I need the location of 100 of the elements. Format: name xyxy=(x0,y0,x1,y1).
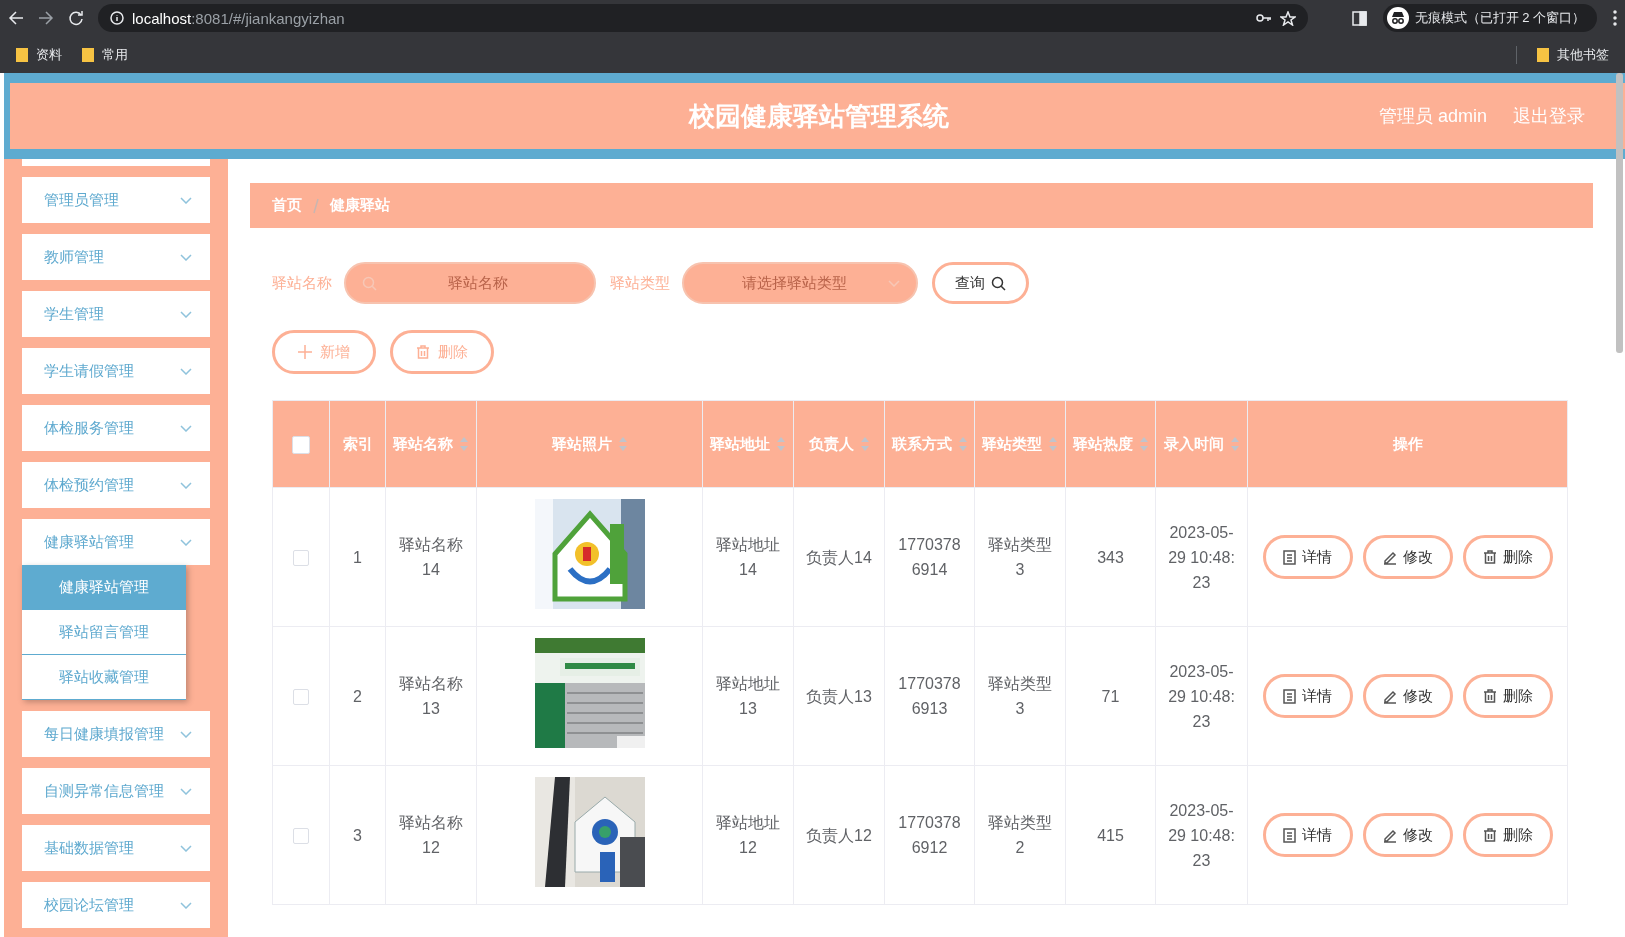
chevron-down-icon xyxy=(180,253,192,261)
document-icon xyxy=(1283,549,1296,565)
type-select[interactable]: 请选择驿站类型 xyxy=(682,262,918,304)
table-cell: 驿站地址12 xyxy=(716,814,780,856)
delete-button[interactable]: 删除 xyxy=(1462,813,1553,857)
bookmark[interactable]: 其他书签 xyxy=(1537,45,1609,64)
sidebar-item[interactable]: 基础数据管理 xyxy=(22,825,210,871)
folder-icon xyxy=(16,47,28,62)
table-cell: 2 xyxy=(353,687,362,705)
separator-icon xyxy=(312,197,320,214)
column-header: 联系方式 xyxy=(891,434,952,454)
table-cell: 17703786913 xyxy=(898,675,961,717)
field-label: 驿站名称 xyxy=(272,273,332,293)
edit-button[interactable]: 修改 xyxy=(1362,674,1453,718)
sort-icon[interactable] xyxy=(1138,436,1149,452)
chevron-down-icon xyxy=(180,481,192,489)
edit-button[interactable]: 修改 xyxy=(1362,535,1453,579)
plus-icon xyxy=(298,345,312,359)
sort-icon[interactable] xyxy=(1048,436,1058,452)
sidebar-item[interactable]: 健康驿站管理 xyxy=(22,519,210,565)
sidebar-item[interactable]: 学生请假管理 xyxy=(22,348,210,394)
sidebar-item[interactable]: 校园论坛管理 xyxy=(22,882,210,928)
table-cell: 负责人14 xyxy=(806,548,872,566)
folder-icon xyxy=(1537,47,1549,62)
sidebar-item[interactable]: 学生管理 xyxy=(22,291,210,337)
chevron-down-icon xyxy=(180,844,192,852)
delete-button[interactable]: 删除 xyxy=(1462,674,1553,718)
query-button[interactable]: 查询 xyxy=(932,262,1029,304)
bookmark[interactable]: 常用 xyxy=(82,45,128,64)
table-cell: 驿站类型3 xyxy=(988,536,1052,578)
sort-icon[interactable] xyxy=(776,436,786,452)
add-button[interactable]: 新增 xyxy=(272,330,376,374)
submenu-item[interactable]: 驿站留言管理 xyxy=(22,610,186,655)
sort-icon[interactable] xyxy=(1229,436,1240,452)
chevron-down-icon xyxy=(180,196,192,204)
sidebar-item[interactable]: 管理员管理 xyxy=(22,177,210,223)
chevron-down-icon xyxy=(180,538,192,546)
column-header: 驿站类型 xyxy=(982,434,1042,454)
sidebar-item[interactable]: 体检服务管理 xyxy=(22,405,210,451)
search-field[interactable]: 驿站名称 xyxy=(344,262,596,304)
delete-button[interactable]: 删除 xyxy=(1462,535,1553,579)
detail-button[interactable]: 详情 xyxy=(1262,813,1353,857)
document-icon xyxy=(1283,827,1296,843)
pencil-icon xyxy=(1382,827,1397,843)
column-header: 驿站照片 xyxy=(551,434,612,454)
search-icon xyxy=(991,275,1006,291)
table-cell: 71 xyxy=(1101,687,1120,705)
submenu-item[interactable]: 驿站收藏管理 xyxy=(22,655,186,700)
detail-button[interactable]: 详情 xyxy=(1262,674,1353,718)
detail-button[interactable]: 详情 xyxy=(1262,535,1353,579)
sort-icon[interactable] xyxy=(459,436,469,452)
chevron-down-icon xyxy=(180,787,192,795)
key-icon xyxy=(1255,11,1272,25)
submenu-item[interactable]: 健康驿站管理 xyxy=(22,565,186,610)
app-title: 校园健康驿站管理系统 xyxy=(687,99,951,133)
sort-icon[interactable] xyxy=(617,436,628,452)
column-header: 驿站热度 xyxy=(1072,434,1133,454)
side-panel-icon xyxy=(1351,10,1367,26)
chevron-down-icon xyxy=(180,367,192,375)
column-header: 驿站名称 xyxy=(393,434,453,454)
select-all-checkbox[interactable] xyxy=(292,435,310,454)
pencil-icon xyxy=(1382,549,1397,565)
delete-button[interactable]: 删除 xyxy=(390,330,494,374)
table-cell: 驿站名称14 xyxy=(399,536,463,578)
menu-icon xyxy=(1613,10,1617,26)
breadcrumb-link[interactable]: 健康驿站 xyxy=(330,196,390,215)
table-cell: 驿站名称13 xyxy=(399,675,463,717)
row-checkbox[interactable] xyxy=(293,828,309,845)
sort-icon[interactable] xyxy=(957,436,968,452)
forward-icon xyxy=(38,10,54,26)
row-checkbox[interactable] xyxy=(293,689,309,706)
document-icon xyxy=(1283,688,1296,704)
edit-button[interactable]: 修改 xyxy=(1362,813,1453,857)
column-header: 负责人 xyxy=(808,434,854,454)
sidebar-item[interactable]: 每日健康填报管理 xyxy=(22,711,210,757)
incognito-badge[interactable]: 无痕模式（已打开 2 个窗口） xyxy=(1382,4,1597,32)
incognito-icon xyxy=(1386,7,1409,29)
sort-icon[interactable] xyxy=(859,436,870,452)
search-icon xyxy=(362,275,377,291)
user-label: 管理员 admin xyxy=(1378,105,1487,128)
breadcrumb-link[interactable]: 首页 xyxy=(272,196,302,215)
table-cell: 驿站类型3 xyxy=(988,675,1052,717)
sidebar-item[interactable]: 教师管理 xyxy=(22,234,210,280)
trash-icon xyxy=(416,345,430,359)
table-cell: 2023-05-29 10:48:23 xyxy=(1168,662,1235,730)
chevron-down-icon xyxy=(180,730,192,738)
logout-link[interactable]: 退出登录 xyxy=(1513,104,1585,128)
trash-icon xyxy=(1482,828,1497,842)
url-text: localhost:8081/#/jiankangyizhan xyxy=(132,9,345,27)
row-checkbox[interactable] xyxy=(293,550,309,567)
sidebar-item[interactable]: 体检预约管理 xyxy=(22,462,210,508)
address-bar[interactable]: localhost:8081/#/jiankangyizhan xyxy=(98,4,1308,32)
table-cell: 驿站地址13 xyxy=(716,675,780,717)
bookmark[interactable]: 资料 xyxy=(16,45,62,64)
table-cell: 17703786914 xyxy=(898,536,961,578)
table-cell: 负责人12 xyxy=(806,826,872,844)
reload-icon xyxy=(68,10,84,26)
sidebar-item[interactable] xyxy=(22,159,210,166)
sidebar-item[interactable]: 自测异常信息管理 xyxy=(22,768,210,814)
scrollbar[interactable] xyxy=(1616,73,1623,353)
